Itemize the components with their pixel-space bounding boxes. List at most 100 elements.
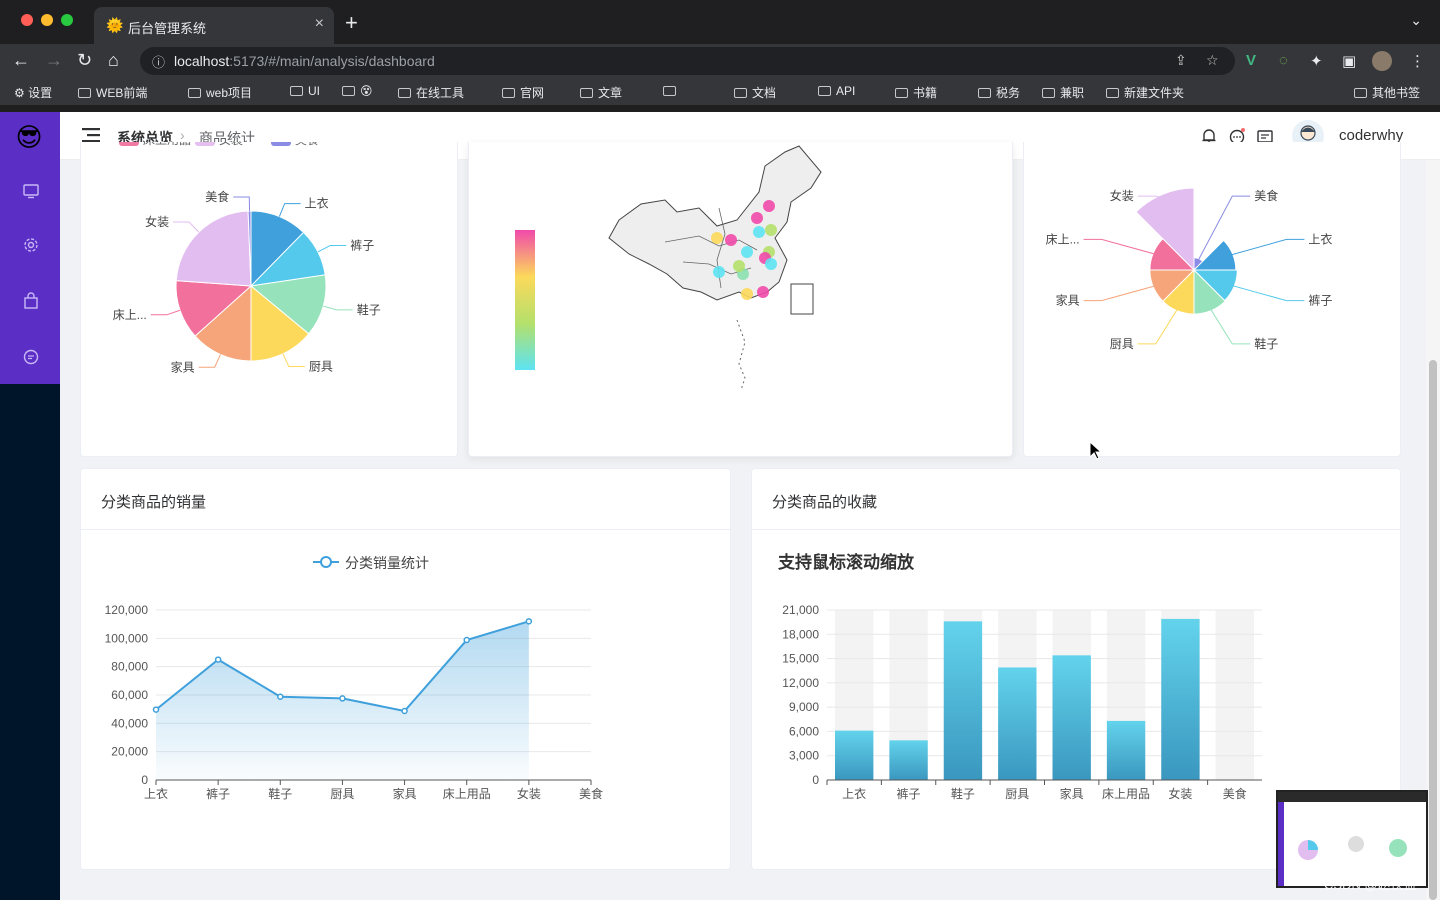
scrollbar-thumb[interactable] xyxy=(1429,360,1437,900)
slice-label: 裤子 xyxy=(350,239,374,253)
bookmark-item[interactable]: 官网 xyxy=(502,84,544,101)
settings-icon[interactable] xyxy=(22,236,40,254)
y-tick-label: 21,000 xyxy=(782,603,819,617)
map-scatter-point xyxy=(741,288,753,300)
x-tick-label: 美食 xyxy=(579,786,603,801)
bookmark-label: 新建文件夹 xyxy=(1124,86,1185,100)
y-tick-label: 20,000 xyxy=(111,745,148,759)
reload-icon[interactable]: ↻ xyxy=(77,50,92,71)
bookmark-item[interactable]: 文档 xyxy=(734,84,776,101)
y-tick-label: 15,000 xyxy=(782,652,819,666)
close-window-button[interactable] xyxy=(21,14,33,26)
bookmark-item[interactable]: 税务 xyxy=(978,84,1020,101)
new-tab-button[interactable]: + xyxy=(345,10,358,36)
chevron-down-icon[interactable]: ⌄ xyxy=(1410,12,1422,29)
category-pie-card: 床上用品女装美食上衣裤子鞋子厨具家具床上...女装美食 xyxy=(80,142,458,457)
label-line xyxy=(1083,284,1158,302)
bookmark-item[interactable] xyxy=(663,84,681,98)
logo-icon: 😎 xyxy=(15,122,43,152)
slice-label: 美食 xyxy=(205,189,229,204)
map-scatter-point xyxy=(757,286,769,298)
bookmark-item[interactable]: 😵 xyxy=(342,84,373,98)
y-tick-label: 12,000 xyxy=(782,676,819,690)
legend-label: 美食 xyxy=(295,142,319,147)
y-tick-label: 80,000 xyxy=(111,660,148,674)
close-icon[interactable]: × xyxy=(315,15,324,33)
bar xyxy=(1052,655,1091,780)
chat-icon[interactable] xyxy=(22,348,40,366)
share-icon[interactable]: ⇪ xyxy=(1175,52,1187,69)
bookmark-item[interactable]: web项目 xyxy=(188,84,252,101)
bar xyxy=(1161,618,1200,780)
bookmark-label: 兼职 xyxy=(1060,86,1085,100)
extension-refresh-icon[interactable]: ◌ xyxy=(1279,52,1288,69)
bar xyxy=(889,740,928,780)
menu-fold-icon[interactable] xyxy=(82,128,100,142)
label-line xyxy=(198,354,221,368)
y-tick-label: 3,000 xyxy=(789,749,819,763)
address-bar[interactable]: ⓘ localhost:5173/#/main/analysis/dashboa… xyxy=(140,47,1235,75)
x-tick-label: 上衣 xyxy=(842,786,866,801)
url-path: :5173/#/main/analysis/dashboard xyxy=(229,53,435,69)
profile-avatar[interactable] xyxy=(1372,51,1392,71)
bookmark-item[interactable]: WEB前端 xyxy=(78,84,147,101)
sales-map-chart xyxy=(515,145,822,391)
data-point xyxy=(277,693,284,700)
x-tick-label: 家具 xyxy=(393,786,417,801)
folder-icon xyxy=(1106,88,1119,98)
vue-devtools-icon[interactable]: V xyxy=(1246,52,1256,69)
data-point xyxy=(525,618,533,625)
folder-icon xyxy=(734,88,747,98)
label-line xyxy=(282,353,305,368)
slice-label: 裤子 xyxy=(1308,294,1332,308)
minimize-window-button[interactable] xyxy=(41,14,53,26)
browser-toolbar: ← → ↻ ⌂ ⓘ localhost:5173/#/main/analysis… xyxy=(0,44,1440,78)
home-icon[interactable]: ⌂ xyxy=(108,50,119,71)
bookmark-item[interactable]: 文章 xyxy=(580,84,622,101)
bookmark-label: 书籍 xyxy=(913,86,938,100)
slice-label: 上衣 xyxy=(305,196,329,211)
bookmark-label: 文档 xyxy=(752,86,777,100)
other-bookmarks[interactable]: 其他书签 xyxy=(1354,84,1420,101)
map-scatter-point xyxy=(733,260,745,272)
folder-icon xyxy=(818,86,831,96)
shopping-bag-icon[interactable] xyxy=(22,292,40,310)
bookmark-item[interactable]: 在线工具 xyxy=(398,84,464,101)
folder-icon xyxy=(895,88,908,98)
star-icon[interactable]: ☆ xyxy=(1206,52,1219,69)
bookmark-label: API xyxy=(836,84,856,98)
monitor-icon[interactable] xyxy=(22,182,40,200)
puzzle-icon[interactable]: ✦ xyxy=(1310,52,1323,70)
bookmark-item[interactable]: 书籍 xyxy=(895,84,937,101)
forward-icon[interactable]: → xyxy=(45,50,63,71)
url-text: localhost:5173/#/main/analysis/dashboard xyxy=(174,53,435,69)
map-scatter-point xyxy=(751,212,763,224)
folder-icon xyxy=(1042,88,1055,98)
bar-background xyxy=(1215,610,1254,780)
bookmark-item[interactable]: ⚙ 设置 xyxy=(14,84,52,101)
maximize-window-button[interactable] xyxy=(61,14,73,26)
back-icon[interactable]: ← xyxy=(12,50,30,71)
category-rose-card: 女装 美食 上衣 裤子 鞋子 厨具 家具 床上... xyxy=(1023,142,1401,457)
x-tick-label: 鞋子 xyxy=(268,786,292,801)
browser-tab[interactable]: 🌞 后台管理系统 × xyxy=(94,7,334,44)
slice-label: 厨具 xyxy=(309,360,333,374)
map-scatter-point xyxy=(711,232,723,244)
bookmark-item[interactable]: 新建文件夹 xyxy=(1106,84,1184,101)
y-tick-label: 120,000 xyxy=(105,603,149,617)
x-tick-label: 裤子 xyxy=(897,787,921,801)
bookmark-label: 文章 xyxy=(598,86,623,100)
slice-label: 鞋子 xyxy=(1254,336,1278,351)
bookmark-item[interactable]: UI xyxy=(290,84,320,98)
sidepanel-icon[interactable]: ▣ xyxy=(1342,52,1356,70)
bookmark-item[interactable]: API xyxy=(818,84,855,98)
info-icon[interactable]: ⓘ xyxy=(152,52,165,71)
other-bookmarks-label: 其他书签 xyxy=(1372,86,1421,100)
bookmark-item[interactable]: 兼职 xyxy=(1042,84,1084,101)
bookmark-label: 税务 xyxy=(996,86,1021,100)
page-scrollbar[interactable] xyxy=(1426,160,1440,900)
y-tick-label: 0 xyxy=(141,773,148,787)
favor-card-title: 分类商品的收藏 xyxy=(772,494,878,511)
bar xyxy=(835,730,874,780)
more-menu-icon[interactable]: ⋮ xyxy=(1410,52,1425,70)
